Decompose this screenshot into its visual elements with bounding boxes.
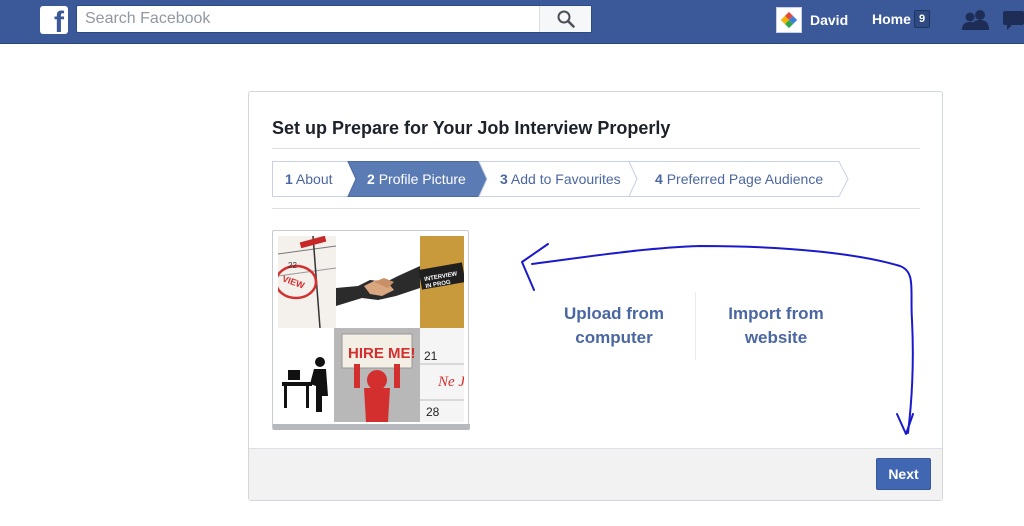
home-link[interactable]: Home [872,11,911,27]
divider [695,292,696,360]
avatar-icon [780,11,798,29]
calendar-date-21: 21 [424,349,438,363]
step-label: About [295,171,333,187]
profile-link[interactable]: David [776,6,848,34]
friend-requests-icon[interactable] [962,9,990,31]
job-interview-collage: VIEW 22 INTERVIEW IN PROG HIRE ME! 21 Ne… [278,236,464,422]
calendar-date-28: 28 [426,405,440,419]
step-label: Add to Favourites [510,171,621,187]
messages-icon[interactable] [1003,9,1024,31]
avatar [776,7,802,33]
top-navigation-bar: f David Home 9 [0,0,1024,44]
step-label: Preferred Page Audience [666,171,824,187]
search-icon [557,10,575,28]
upload-from-computer-link[interactable]: Upload from computer [554,302,674,350]
step-number: 3 [500,171,508,187]
step-number: 2 [367,171,375,187]
profile-picture-image: VIEW 22 INTERVIEW IN PROG HIRE ME! 21 Ne… [278,236,464,422]
profile-picture-preview[interactable]: VIEW 22 INTERVIEW IN PROG HIRE ME! 21 Ne… [272,230,470,430]
step-add-to-favourites[interactable]: 3 Add to Favourites [500,171,621,187]
step-number: 1 [285,171,293,187]
card-footer [249,448,942,500]
next-button[interactable]: Next [876,458,931,490]
page-setup-card: Set up Prepare for Your Job Interview Pr… [248,91,943,501]
page-title: Set up Prepare for Your Job Interview Pr… [272,118,671,138]
profile-name: David [810,12,849,28]
hire-me-text: HIRE ME! [348,345,416,362]
picture-frame-shadow [273,424,470,430]
divider [272,208,920,209]
search-input[interactable] [77,6,541,32]
step-label: Profile Picture [378,171,466,187]
step-profile-picture[interactable]: 2 Profile Picture [367,171,466,187]
search-box [76,5,592,33]
svg-text:22: 22 [288,261,297,270]
facebook-logo-letter: f [54,6,64,35]
facebook-logo[interactable]: f [40,6,68,34]
step-about[interactable]: 1 About [285,171,333,187]
search-button[interactable] [539,6,591,32]
step-preferred-page-audience[interactable]: 4 Preferred Page Audience [655,171,823,187]
divider [272,148,920,149]
home-notification-count: 9 [914,10,930,28]
step-number: 4 [655,171,663,187]
calendar-note: Ne Jo [437,374,464,390]
import-from-website-link[interactable]: Import from website [716,302,836,350]
